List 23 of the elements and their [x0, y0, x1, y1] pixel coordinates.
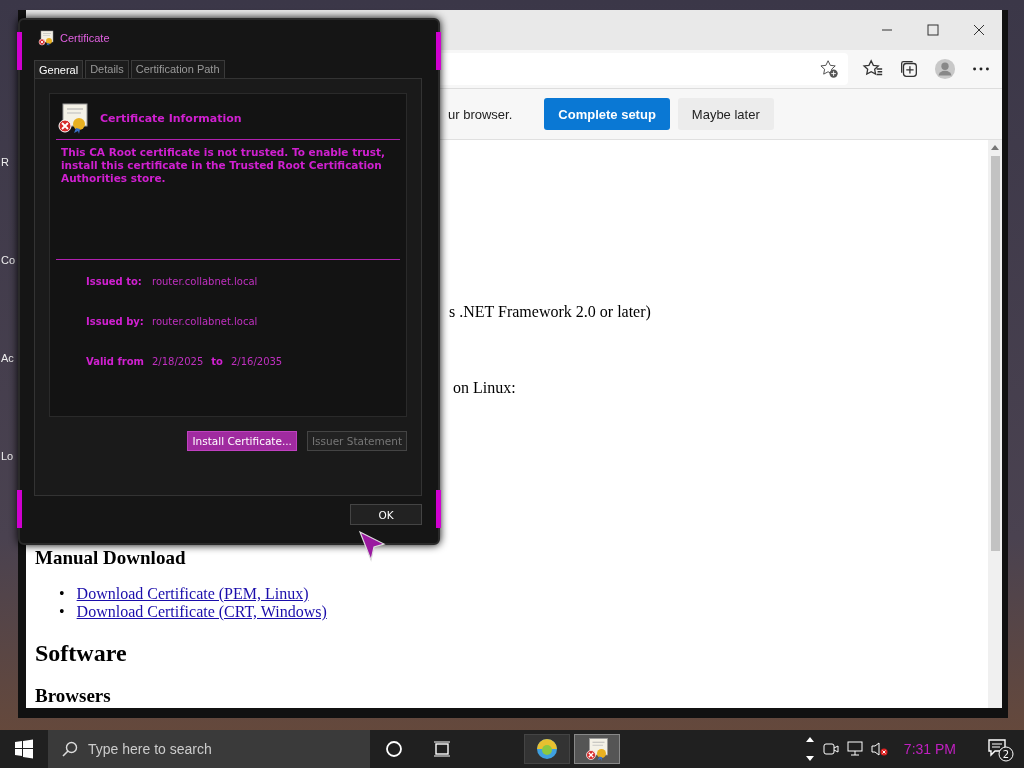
- field-label: to: [211, 356, 223, 367]
- dialog-title: Certificate: [60, 32, 110, 44]
- trust-warning: This CA Root certificate is not trusted. To enable trust, install this certificate in the Trusted Root Certification Authorities store.: [61, 146, 387, 186]
- subsection-heading: Browsers: [35, 685, 112, 707]
- field-value: router.collabnet.local: [152, 276, 258, 287]
- info-heading: Certificate Information: [100, 111, 242, 125]
- field-label: Issued to:: [86, 276, 143, 287]
- desktop-icon-label: Co: [1, 254, 16, 268]
- field-label: Valid from: [86, 356, 144, 367]
- subsection-heading: Manual Download: [35, 547, 187, 569]
- field-value: 2/18/2025: [152, 356, 204, 367]
- field-value: router.collabnet.local: [152, 316, 258, 327]
- section-heading: Software: [35, 639, 128, 667]
- desktop-icon-label: R: [1, 156, 10, 170]
- field-label: Issued by:: [86, 316, 144, 327]
- bullet: •: [59, 603, 65, 620]
- desktop-icon-label: Ac: [1, 352, 15, 366]
- banner-text: ur browser.: [448, 106, 513, 122]
- bullet: •: [59, 585, 65, 602]
- field-value: 2/16/2035: [230, 356, 283, 367]
- desktop-icon-label: Lo: [1, 450, 15, 464]
- page-text: on Linux:: [452, 379, 517, 397]
- search-placeholder: Type here to search: [88, 741, 212, 757]
